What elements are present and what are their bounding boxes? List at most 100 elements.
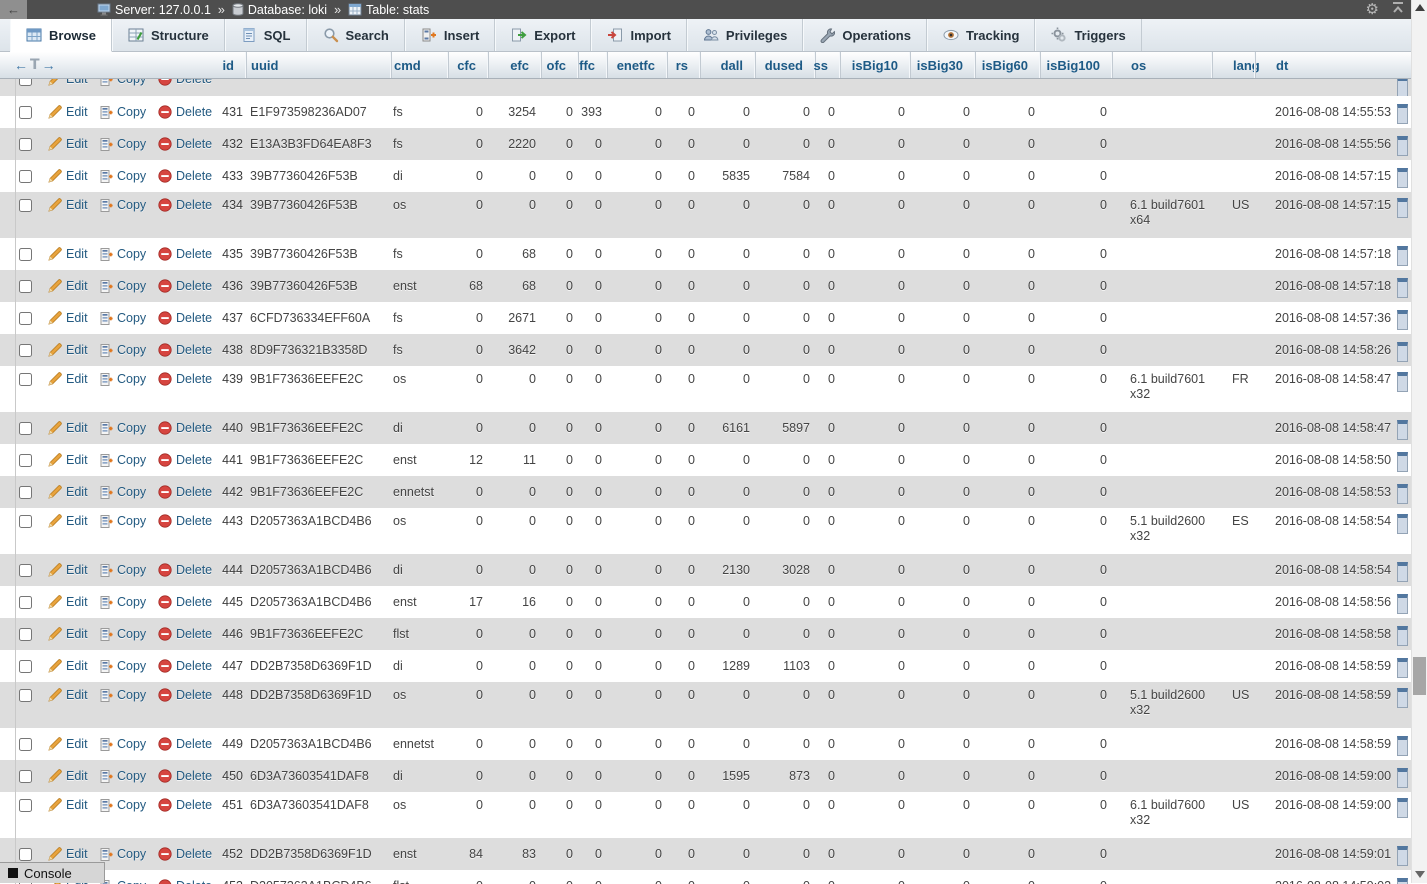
vertical-scrollbar[interactable] [1411,0,1427,883]
delete-link[interactable]: Delete [150,798,218,812]
copy-link[interactable]: Copy [92,563,150,577]
copy-link[interactable]: Copy [92,627,150,641]
row-checkbox[interactable] [19,280,32,293]
edit-link[interactable]: Edit [40,769,92,783]
tab-import[interactable]: Import [591,19,686,51]
delete-link[interactable]: Delete [150,514,218,528]
delete-link[interactable]: Delete [150,485,218,499]
edit-link[interactable]: Edit [40,659,92,673]
row-checkbox[interactable] [19,799,32,812]
tab-insert[interactable]: Insert [405,19,495,51]
column-header-ss[interactable]: ss [815,52,840,78]
delete-link[interactable]: Delete [150,279,218,293]
tab-structure[interactable]: Structure [112,19,225,51]
delete-link[interactable]: Delete [150,169,218,183]
edit-link[interactable]: Edit [40,627,92,641]
copy-link[interactable]: Copy [92,343,150,357]
column-header-ffc[interactable]: ffc [578,52,607,78]
copy-link[interactable]: Copy [92,247,150,261]
tab-sql[interactable]: SQL [225,19,307,51]
edit-link[interactable]: Edit [40,421,92,435]
breadcrumb-segment[interactable]: Server: 127.0.0.1 [97,3,211,17]
edit-link[interactable]: Edit [40,311,92,325]
row-checkbox[interactable] [19,248,32,261]
column-header-enetfc[interactable]: enetfc [607,52,667,78]
copy-link[interactable]: Copy [92,659,150,673]
scrollbar-up-arrow-icon[interactable] [1415,4,1425,11]
copy-link[interactable]: Copy [92,105,150,119]
copy-link[interactable]: Copy [92,137,150,151]
edit-link[interactable]: Edit [40,688,92,702]
row-checkbox[interactable] [19,373,32,386]
column-header-lang[interactable]: lang [1212,52,1255,78]
delete-link[interactable]: Delete [150,847,218,861]
copy-link[interactable]: Copy [92,372,150,386]
delete-link[interactable]: Delete [150,343,218,357]
row-checkbox[interactable] [19,628,32,641]
edit-link[interactable]: Edit [40,279,92,293]
row-checkbox[interactable] [19,312,32,325]
edit-link[interactable]: Edit [40,514,92,528]
column-header-isBig60[interactable]: isBig60 [975,52,1040,78]
row-checkbox[interactable] [19,738,32,751]
column-header-rs[interactable]: rs [667,52,700,78]
back-button[interactable]: ← [0,0,27,19]
breadcrumb-segment[interactable]: Table: stats [348,3,429,17]
tab-tracking[interactable]: Tracking [927,19,1035,51]
delete-link[interactable]: Delete [150,247,218,261]
delete-link[interactable]: Delete [150,137,218,151]
console-toggle[interactable]: Console [0,862,105,883]
copy-link[interactable]: Copy [92,311,150,325]
tab-browse[interactable]: Browse [10,19,112,52]
sort-left-arrow-icon[interactable]: ← [14,57,28,73]
column-header-dused[interactable]: dused [755,52,815,78]
column-header-cfc[interactable]: cfc [448,52,488,78]
delete-link[interactable]: Delete [150,421,218,435]
sort-tee-icon[interactable]: T [30,57,40,73]
column-header-os[interactable]: os [1112,52,1212,78]
copy-link[interactable]: Copy [92,688,150,702]
edit-link[interactable]: Edit [40,79,92,86]
tab-triggers[interactable]: Triggers [1035,19,1141,51]
edit-link[interactable]: Edit [40,372,92,386]
column-header-isBig100[interactable]: isBig100 [1040,52,1112,78]
copy-link[interactable]: Copy [92,453,150,467]
edit-link[interactable]: Edit [40,847,92,861]
column-header-uuid[interactable]: uuid [246,52,391,78]
tab-search[interactable]: Search [307,19,405,51]
delete-link[interactable]: Delete [150,769,218,783]
delete-link[interactable]: Delete [150,737,218,751]
row-checkbox[interactable] [19,199,32,212]
copy-link[interactable]: Copy [92,798,150,812]
copy-link[interactable]: Copy [92,847,150,861]
copy-link[interactable]: Copy [92,514,150,528]
edit-link[interactable]: Edit [40,137,92,151]
column-header-cmd[interactable]: cmd [391,52,448,78]
tab-export[interactable]: Export [495,19,591,51]
row-range-sort-control[interactable]: ←T→ [0,52,218,78]
row-checkbox[interactable] [19,138,32,151]
row-checkbox[interactable] [19,515,32,528]
copy-link[interactable]: Copy [92,79,150,86]
column-header-id[interactable]: id [218,52,246,78]
column-header-isBig10[interactable]: isBig10 [840,52,910,78]
copy-link[interactable]: Copy [92,769,150,783]
delete-link[interactable]: Delete [150,79,218,86]
sort-right-arrow-icon[interactable]: → [42,57,56,73]
row-checkbox[interactable] [19,79,32,86]
copy-link[interactable]: Copy [92,485,150,499]
edit-link[interactable]: Edit [40,595,92,609]
column-header-isBig30[interactable]: isBig30 [910,52,975,78]
edit-link[interactable]: Edit [40,169,92,183]
row-checkbox[interactable] [19,660,32,673]
edit-link[interactable]: Edit [40,105,92,119]
column-header-dt[interactable]: dt [1255,52,1427,78]
edit-link[interactable]: Edit [40,247,92,261]
delete-link[interactable]: Delete [150,627,218,641]
gear-button[interactable]: ⚙ [1366,2,1379,17]
row-checkbox[interactable] [19,344,32,357]
delete-link[interactable]: Delete [150,563,218,577]
row-checkbox[interactable] [19,848,32,861]
row-checkbox[interactable] [19,422,32,435]
edit-link[interactable]: Edit [40,798,92,812]
